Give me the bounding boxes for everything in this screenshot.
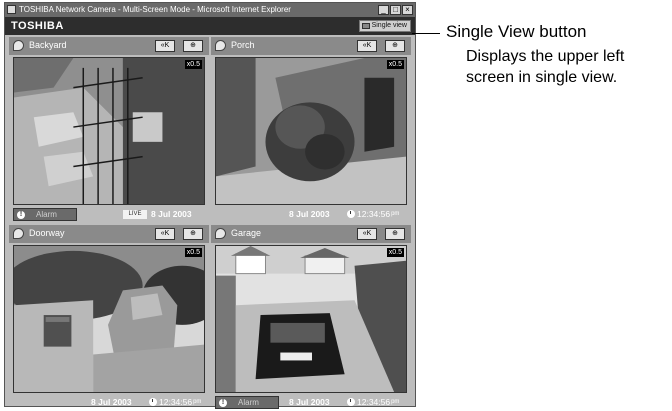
time-value: 12:34:56 bbox=[159, 397, 193, 407]
browser-window: TOSHIBA Network Camera - Multi-Screen Mo… bbox=[4, 2, 416, 409]
single-view-button[interactable]: Single view bbox=[358, 20, 411, 32]
zoom-badge: x0.5 bbox=[184, 248, 202, 257]
camera-name: Backyard bbox=[29, 40, 67, 50]
callout-line bbox=[412, 33, 440, 34]
panel-footer: ! Alarm LIVE 8 Jul 2003 bbox=[9, 207, 209, 223]
panel-header: Doorway «K ⊕ bbox=[9, 225, 209, 243]
alarm-button[interactable]: ! Alarm bbox=[13, 208, 77, 221]
panel-header: Porch «K ⊕ bbox=[211, 37, 411, 55]
zoom-button[interactable]: ⊕ bbox=[183, 228, 203, 240]
clock-icon bbox=[347, 398, 355, 406]
rewind-button[interactable]: «K bbox=[155, 228, 175, 240]
camera-name: Doorway bbox=[29, 228, 65, 238]
maximize-button[interactable]: □ bbox=[390, 5, 401, 15]
time-value: 12:34:56 bbox=[357, 397, 391, 407]
time-label: 12:34:56 pm bbox=[347, 397, 399, 407]
zoom-badge: x0.5 bbox=[386, 248, 404, 257]
zoom-button[interactable]: ⊕ bbox=[385, 228, 405, 240]
zoom-button[interactable]: ⊕ bbox=[385, 40, 405, 52]
time-ampm: pm bbox=[391, 211, 400, 217]
camera-panel-backyard: Backyard «K ⊕ x0.5 ! Alarm LIVE 8 Jul 20… bbox=[9, 37, 209, 223]
time-label: 12:34:56 pm bbox=[347, 209, 399, 219]
date-label: 8 Jul 2003 bbox=[289, 397, 330, 407]
camera-view[interactable]: x0.5 bbox=[215, 57, 407, 205]
brand-logo: TOSHIBA bbox=[11, 20, 64, 32]
camera-panel-doorway: Doorway «K ⊕ x0.5 8 Jul 2003 12:34:56 pm bbox=[9, 225, 209, 411]
panel-header: Garage «K ⊕ bbox=[211, 225, 411, 243]
alarm-icon: ! bbox=[17, 211, 25, 219]
window-title: TOSHIBA Network Camera - Multi-Screen Mo… bbox=[19, 5, 291, 14]
camera-view[interactable]: x0.5 bbox=[13, 245, 205, 393]
panel-header: Backyard «K ⊕ bbox=[9, 37, 209, 55]
rewind-button[interactable]: «K bbox=[357, 40, 377, 52]
rewind-button[interactable]: «K bbox=[155, 40, 175, 52]
zoom-badge: x0.5 bbox=[386, 60, 404, 69]
annotation-body: Displays the upper left screen in single… bbox=[466, 48, 625, 86]
alarm-icon: ! bbox=[219, 399, 227, 407]
camera-icon bbox=[13, 40, 24, 51]
rewind-button[interactable]: «K bbox=[357, 228, 377, 240]
panel-footer: 8 Jul 2003 12:34:56 pm bbox=[211, 207, 411, 223]
camera-name: Garage bbox=[231, 228, 262, 238]
close-button[interactable]: × bbox=[402, 5, 413, 15]
camera-icon bbox=[13, 228, 24, 239]
date-label: 8 Jul 2003 bbox=[151, 209, 192, 219]
clock-icon bbox=[347, 210, 355, 218]
single-view-label: Single view bbox=[371, 22, 407, 29]
camera-icon bbox=[215, 228, 226, 239]
camera-view[interactable]: x0.5 bbox=[215, 245, 407, 393]
camera-view[interactable]: x0.5 bbox=[13, 57, 205, 205]
alarm-label: Alarm bbox=[238, 398, 259, 407]
window-title-bar: TOSHIBA Network Camera - Multi-Screen Mo… bbox=[5, 3, 415, 17]
zoom-badge: x0.5 bbox=[184, 60, 202, 69]
camera-panel-porch: Porch «K ⊕ x0.5 8 Jul 2003 12:34:56 pm bbox=[211, 37, 411, 223]
clock-icon bbox=[149, 398, 157, 406]
alarm-button[interactable]: ! Alarm bbox=[215, 396, 279, 409]
alarm-label: Alarm bbox=[36, 210, 57, 219]
time-ampm: pm bbox=[391, 399, 400, 405]
minimize-button[interactable]: _ bbox=[378, 5, 389, 15]
camera-icon bbox=[215, 40, 226, 51]
date-label: 8 Jul 2003 bbox=[91, 397, 132, 407]
time-value: 12:34:56 bbox=[357, 209, 391, 219]
camera-name: Porch bbox=[231, 40, 255, 50]
single-view-icon bbox=[361, 23, 370, 29]
date-label: 8 Jul 2003 bbox=[289, 209, 330, 219]
time-ampm: pm bbox=[193, 399, 202, 405]
annotation-title: Single View button bbox=[446, 22, 587, 41]
time-label: 12:34:56 pm bbox=[149, 397, 201, 407]
live-badge: LIVE bbox=[123, 210, 147, 219]
browser-icon bbox=[7, 5, 16, 14]
zoom-button[interactable]: ⊕ bbox=[183, 40, 203, 52]
brand-bar: TOSHIBA Single view bbox=[5, 17, 415, 35]
camera-panel-garage: Garage «K ⊕ x0.5 ! Alarm 8 Jul 2003 12:3… bbox=[211, 225, 411, 411]
